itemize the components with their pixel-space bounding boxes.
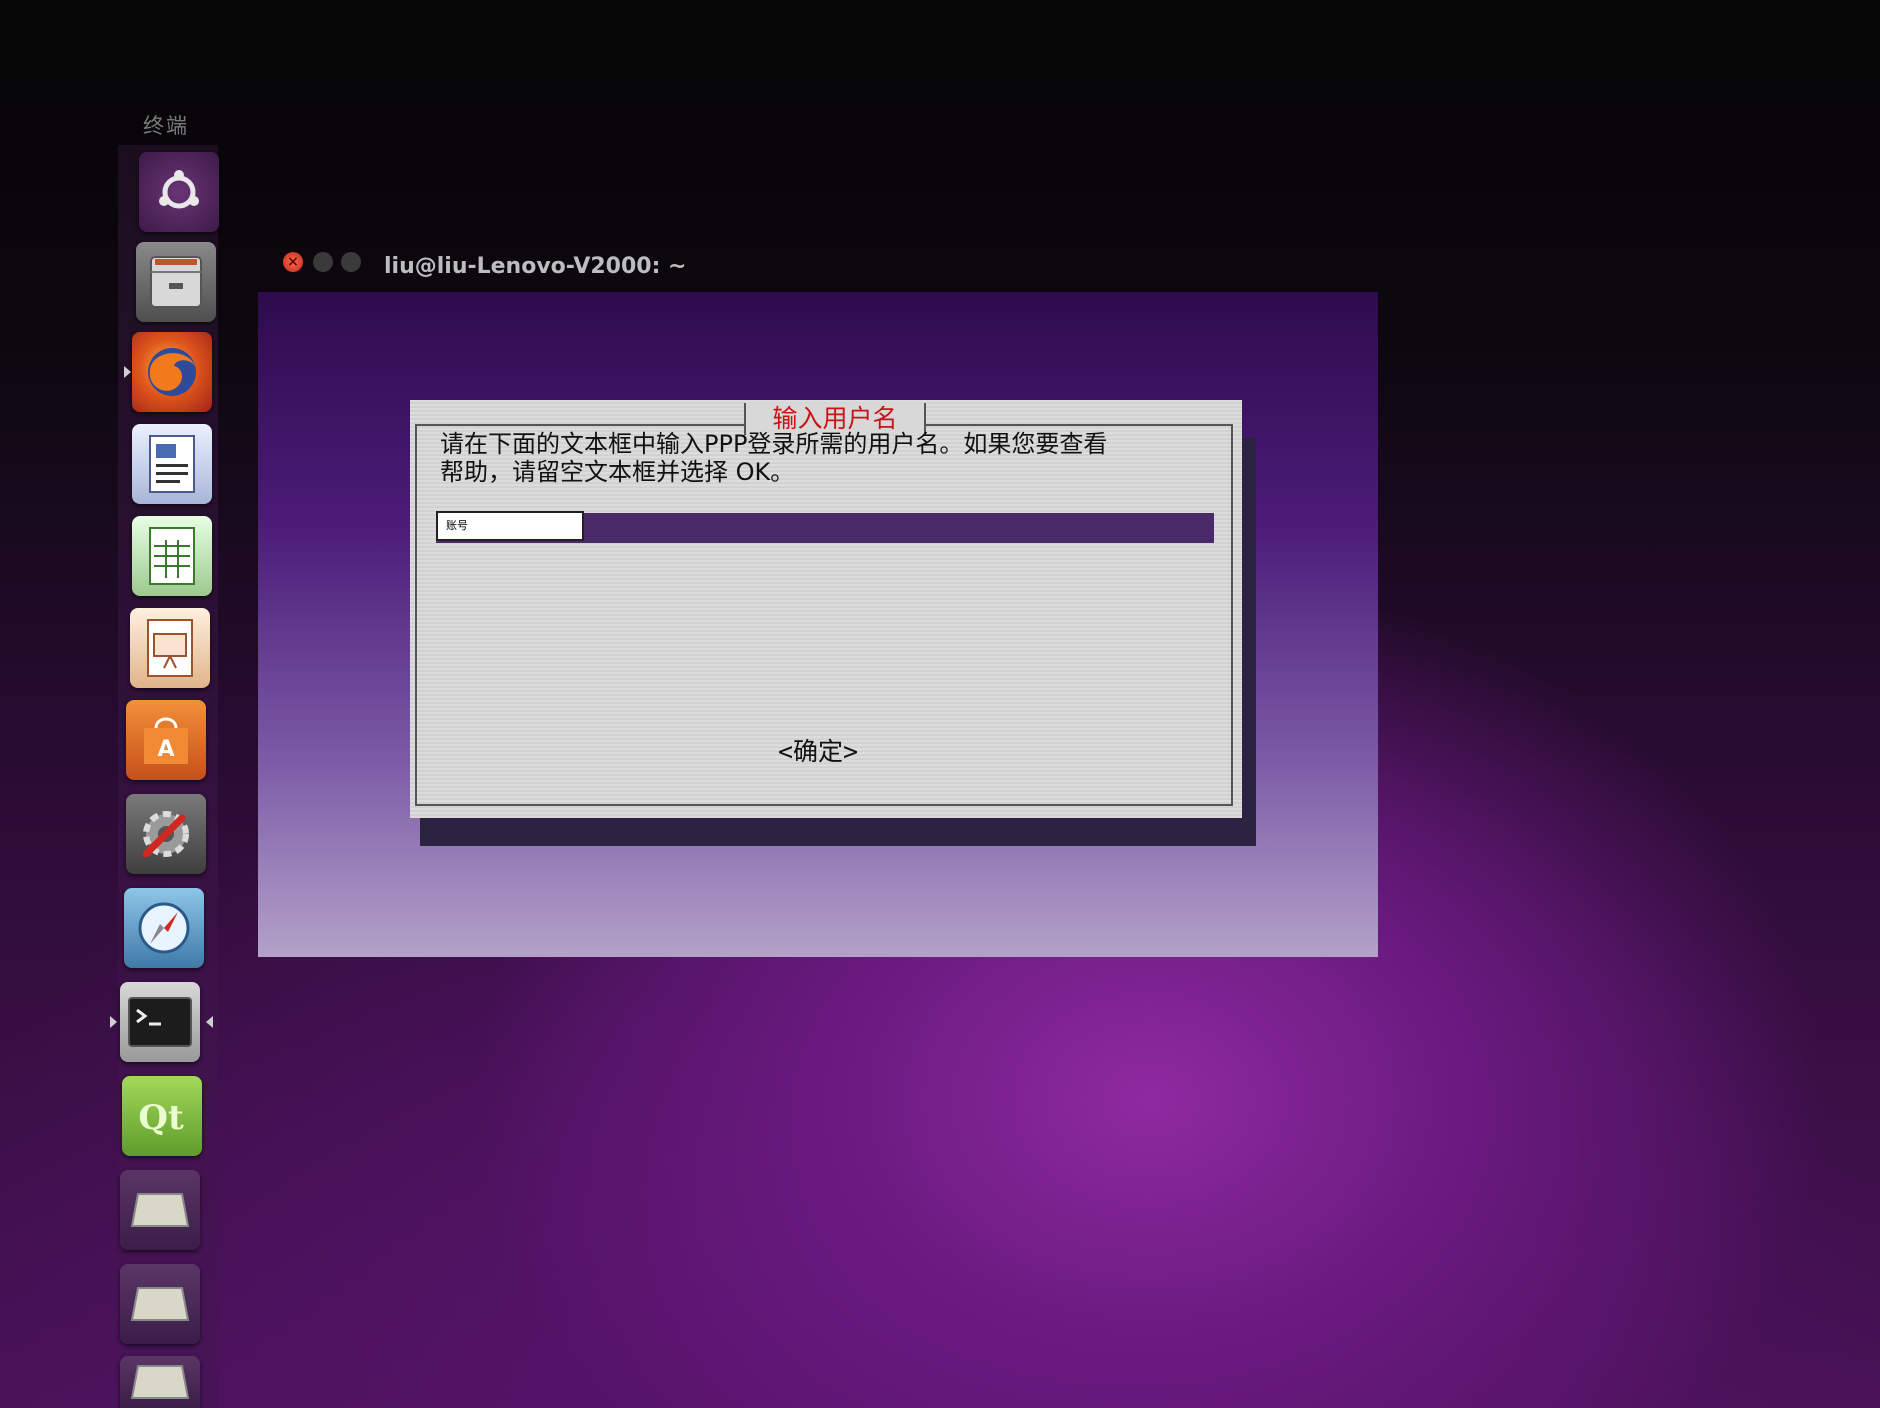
launcher-firefox-button[interactable] xyxy=(132,332,212,412)
presentation-icon xyxy=(147,619,193,677)
window-title: liu@liu-Lenovo-V2000: ~ xyxy=(384,254,687,279)
ubuntu-logo-icon xyxy=(159,170,199,209)
username-input[interactable]: 账号 xyxy=(436,511,584,541)
window-maximize-button[interactable] xyxy=(341,252,361,272)
launcher-software-center-button[interactable]: A xyxy=(126,700,206,780)
window-minimize-button[interactable] xyxy=(313,252,333,272)
spreadsheet-icon xyxy=(149,527,195,585)
running-indicator xyxy=(124,366,131,378)
launcher-drive-1-button[interactable] xyxy=(120,1170,200,1250)
launcher-settings-button[interactable] xyxy=(126,794,206,874)
launcher-browser-button[interactable] xyxy=(124,888,204,968)
launcher-terminal-button[interactable] xyxy=(120,982,200,1062)
drive-icon xyxy=(130,1193,190,1227)
prompt-line-2: 帮助，请留空文本框并选择 OK。 xyxy=(440,458,795,486)
shopping-bag-icon: A xyxy=(144,717,188,764)
drive-icon xyxy=(130,1365,190,1399)
firefox-icon xyxy=(148,348,196,396)
writer-document-icon xyxy=(149,435,195,493)
launcher-calc-button[interactable] xyxy=(132,516,212,596)
drive-icon xyxy=(130,1287,190,1321)
launcher-impress-button[interactable] xyxy=(130,608,210,688)
svg-text:A: A xyxy=(157,737,174,762)
prompt-line-1: 请在下面的文本框中输入PPP登录所需的用户名。如果您要查看 xyxy=(440,430,1108,458)
compass-icon xyxy=(138,902,190,954)
close-icon: × xyxy=(287,254,299,270)
terminal-icon xyxy=(128,997,192,1047)
launcher-files-button[interactable] xyxy=(136,242,216,322)
ok-button[interactable]: <确定> xyxy=(778,732,858,768)
qt-logo-icon: Qt xyxy=(138,1098,184,1138)
file-cabinet-icon xyxy=(150,256,202,308)
active-indicator xyxy=(206,1016,213,1028)
svg-text:Qt: Qt xyxy=(138,1098,184,1138)
window-close-button[interactable]: × xyxy=(283,252,303,272)
launcher-dash-button[interactable] xyxy=(139,152,219,232)
running-indicator xyxy=(110,1016,117,1028)
launcher-qt-creator-button[interactable]: Qt xyxy=(122,1076,202,1156)
launcher-drive-2-button[interactable] xyxy=(120,1264,200,1344)
launcher-drive-3-button[interactable] xyxy=(120,1356,200,1408)
top-panel-title: 终端 xyxy=(143,114,189,138)
launcher-writer-button[interactable] xyxy=(132,424,212,504)
dialog-prompt: 请在下面的文本框中输入PPP登录所需的用户名。如果您要查看 帮助，请留空文本框并… xyxy=(440,430,1220,486)
wrench-gear-icon xyxy=(142,811,189,858)
